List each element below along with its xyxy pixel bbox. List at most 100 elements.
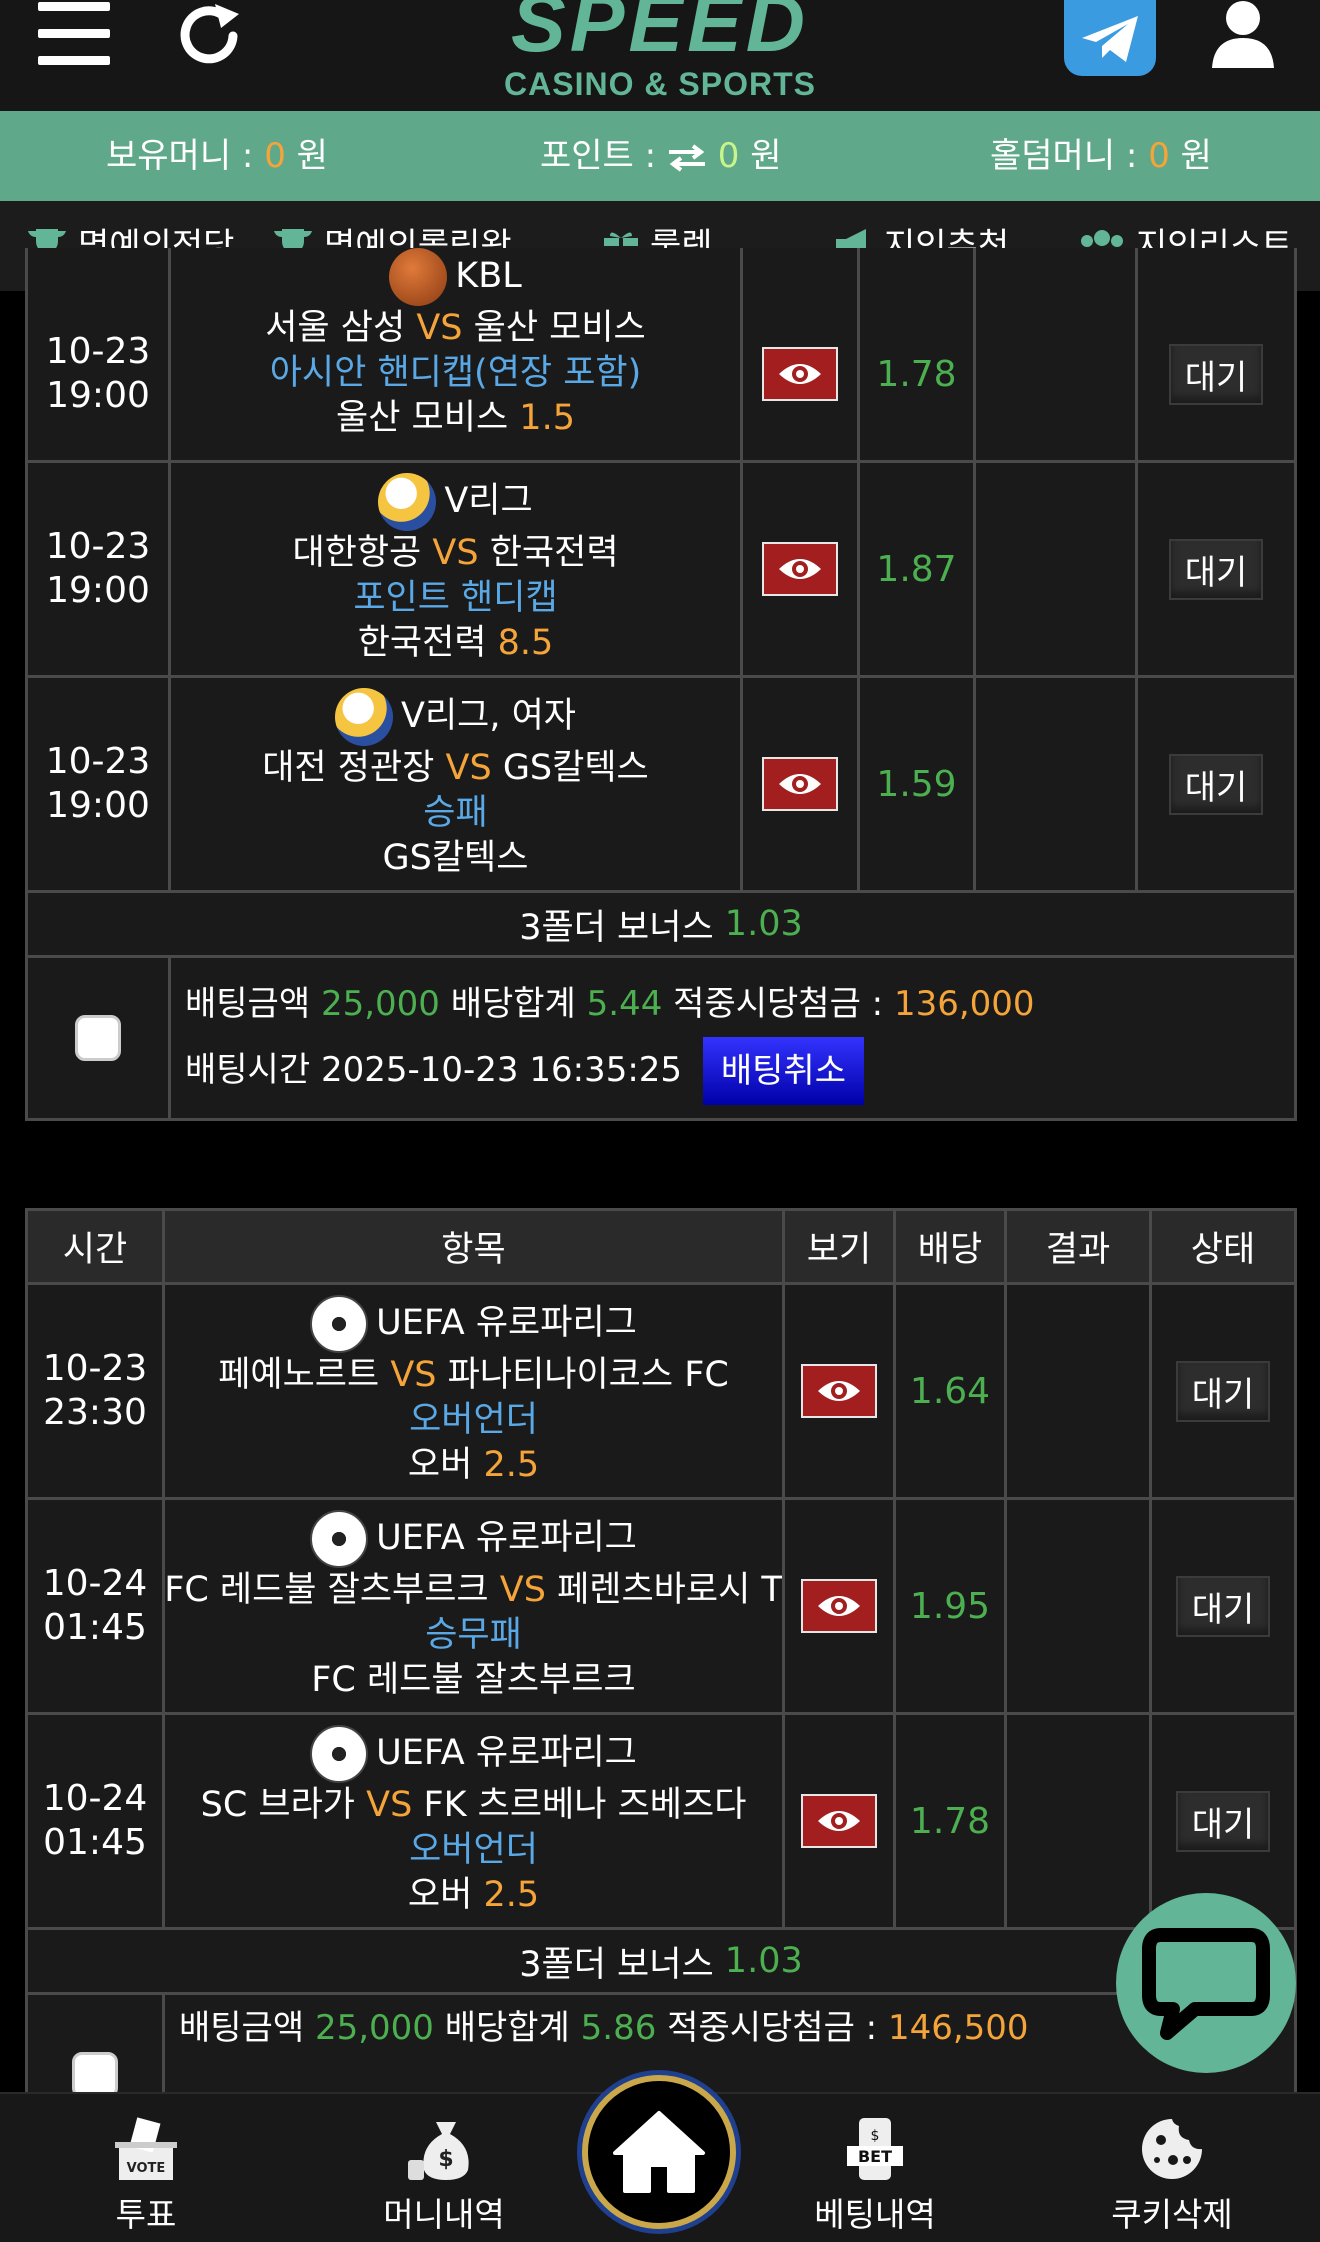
status-cell: 대기 (1138, 678, 1294, 890)
svg-text:$: $ (871, 2128, 880, 2144)
exchange-icon[interactable] (667, 143, 707, 173)
pick-line: 오버 2.5 (407, 1874, 540, 1915)
logo-main-text: SPEED (511, 0, 809, 69)
table-row: 10-23 19:00 V리그 대한항공 VS 한국전력 포인트 핸디캡 한국전력… (28, 463, 1294, 678)
bet-summary: 배팅금액 25,000 배당합계 5.44 적중시당첨금 : 136,000 배… (28, 958, 1294, 1118)
bet-slip-2: 시간 항목 보기 배당 결과 상태 10-23 23:30 UEFA 유로파리그 … (25, 1208, 1297, 2158)
pick-line: 울산 모비스 1.5 (336, 397, 575, 438)
bet-time-line: 배팅시간 2025-10-23 16:35:25 배팅취소 (185, 1037, 864, 1106)
status-badge: 대기 (1168, 753, 1264, 815)
eye-icon (818, 1811, 860, 1831)
select-checkbox[interactable] (75, 1015, 121, 1061)
market-name: 포인트 핸디캡 (353, 577, 558, 618)
view-cell (743, 463, 860, 675)
table-header: 시간 항목 보기 배당 결과 상태 (28, 1211, 1294, 1285)
soccer-ball-icon (310, 1509, 369, 1568)
view-detail-button[interactable] (762, 347, 838, 401)
header-result: 결과 (1007, 1211, 1152, 1282)
view-cell (785, 1500, 896, 1712)
pick-line: 오버 2.5 (407, 1444, 540, 1485)
match-info: UEFA 유로파리그 FC 레드불 잘츠부르크 VS 페렌츠바로시 T 승무패 … (165, 1500, 785, 1712)
point-money[interactable]: 포인트 : 0 원 (540, 111, 781, 201)
market-name: 승무패 (425, 1614, 522, 1655)
eye-icon (779, 559, 821, 579)
telegram-icon[interactable] (1064, 0, 1156, 76)
bet-phone-icon: BET $ (847, 2118, 903, 2180)
market-name: 오버언더 (409, 1399, 538, 1440)
odds-value: 1.87 (860, 463, 976, 675)
status-badge: 대기 (1168, 343, 1264, 405)
odds-value: 1.78 (896, 1715, 1007, 1927)
status-cell: 대기 (1152, 1500, 1294, 1712)
match-time: 10-23 19:00 (28, 463, 171, 675)
menu-icon[interactable] (38, 2, 110, 65)
bet-amount-line: 배팅금액 25,000 배당합계 5.86 적중시당첨금 : 146,500 (179, 2008, 1029, 2048)
eye-icon (779, 774, 821, 794)
bet-slip-1: 10-23 19:00 KBL 서울 삼성 VS 울산 모비스 아시안 핸디캡(연… (25, 248, 1297, 1121)
bonus-row: 3폴더 보너스 1.03 (28, 1930, 1294, 1995)
match-time: 10-23 19:00 (28, 678, 171, 890)
match-info: KBL 서울 삼성 VS 울산 모비스 아시안 핸디캡(연장 포함) 울산 모비… (171, 248, 743, 460)
live-chat-button[interactable] (1116, 1893, 1296, 2073)
soccer-ball-icon (310, 1724, 369, 1783)
view-detail-button[interactable] (801, 1794, 877, 1848)
result-cell (976, 678, 1138, 890)
svg-text:BET: BET (858, 2147, 892, 2166)
money-bar: 보유머니 : 0 원 포인트 : 0 원 홀덤머니 : 0 원 (0, 111, 1320, 201)
table-row: 10-23 19:00 V리그, 여자 대전 정관장 VS GS칼텍스 승패 GS… (28, 678, 1294, 893)
view-detail-button[interactable] (801, 1579, 877, 1633)
match-info: V리그 대한항공 VS 한국전력 포인트 핸디캡 한국전력 8.5 (171, 463, 743, 675)
bet-amount-line: 배팅금액 25,000 배당합계 5.44 적중시당첨금 : 136,000 (185, 983, 1035, 1024)
result-cell (1007, 1285, 1152, 1497)
pick-line: FC 레드불 잘츠부르크 (311, 1659, 636, 1700)
league-line: V리그, 여자 (335, 687, 576, 746)
eye-icon (818, 1596, 860, 1616)
match-time: 10-24 01:45 (28, 1500, 165, 1712)
match-teams: 대한항공 VS 한국전력 (292, 532, 619, 573)
header-odds: 배당 (896, 1211, 1007, 1282)
home-button[interactable] (582, 2075, 736, 2229)
match-time: 10-24 01:45 (28, 1715, 165, 1927)
odds-value: 1.78 (860, 248, 976, 460)
bottom-nav-bet-history[interactable]: BET $ 베팅내역 (775, 2094, 975, 2236)
pick-line: 한국전력 8.5 (357, 622, 554, 663)
status-badge: 대기 (1175, 1360, 1271, 1422)
user-icon[interactable] (1208, 0, 1278, 70)
table-row: 10-23 23:30 UEFA 유로파리그 페예노르트 VS 파나티나이코스 F… (28, 1285, 1294, 1500)
site-logo[interactable]: SPEED CASINO & SPORTS (490, 0, 830, 102)
view-detail-button[interactable] (801, 1364, 877, 1418)
select-cell (28, 958, 171, 1118)
view-cell (785, 1715, 896, 1927)
volleyball-icon (378, 472, 437, 531)
odds-value: 1.95 (896, 1500, 1007, 1712)
match-teams: SC 브라가 VS FK 츠르베나 즈베즈다 (200, 1784, 747, 1825)
match-info: V리그, 여자 대전 정관장 VS GS칼텍스 승패 GS칼텍스 (171, 678, 743, 890)
bottom-nav-money-history[interactable]: $ 머니내역 (344, 2094, 544, 2236)
view-cell (785, 1285, 896, 1497)
bottom-nav-clear-cookies[interactable]: 쿠키삭제 (1072, 2094, 1272, 2236)
cancel-bet-button[interactable]: 배팅취소 (702, 1037, 864, 1106)
status-badge: 대기 (1175, 1790, 1271, 1852)
league-line: V리그 (378, 472, 533, 531)
soccer-ball-icon (310, 1294, 369, 1353)
folder-bonus: 3폴더 보너스 1.03 (519, 1941, 803, 1985)
summary-info: 배팅금액 25,000 배당합계 5.44 적중시당첨금 : 136,000 배… (171, 958, 1294, 1118)
result-cell (1007, 1500, 1152, 1712)
basketball-icon (389, 248, 448, 306)
refresh-icon[interactable] (175, 0, 245, 70)
match-teams: FC 레드불 잘츠부르크 VS 페렌츠바로시 T (165, 1569, 783, 1610)
view-detail-button[interactable] (762, 757, 838, 811)
top-header: SPEED CASINO & SPORTS (0, 0, 1320, 111)
status-badge: 대기 (1168, 538, 1264, 600)
bottom-nav-vote[interactable]: VOTE 투표 (46, 2094, 246, 2236)
home-icon (613, 2111, 705, 2193)
odds-value: 1.64 (896, 1285, 1007, 1497)
eye-icon (818, 1381, 860, 1401)
result-cell (976, 463, 1138, 675)
header-time: 시간 (28, 1211, 165, 1282)
money-bag-icon: $ (408, 2122, 469, 2180)
league-line: UEFA 유로파리그 (310, 1509, 637, 1568)
status-cell: 대기 (1152, 1285, 1294, 1497)
volleyball-icon (335, 687, 393, 746)
view-detail-button[interactable] (762, 542, 838, 596)
